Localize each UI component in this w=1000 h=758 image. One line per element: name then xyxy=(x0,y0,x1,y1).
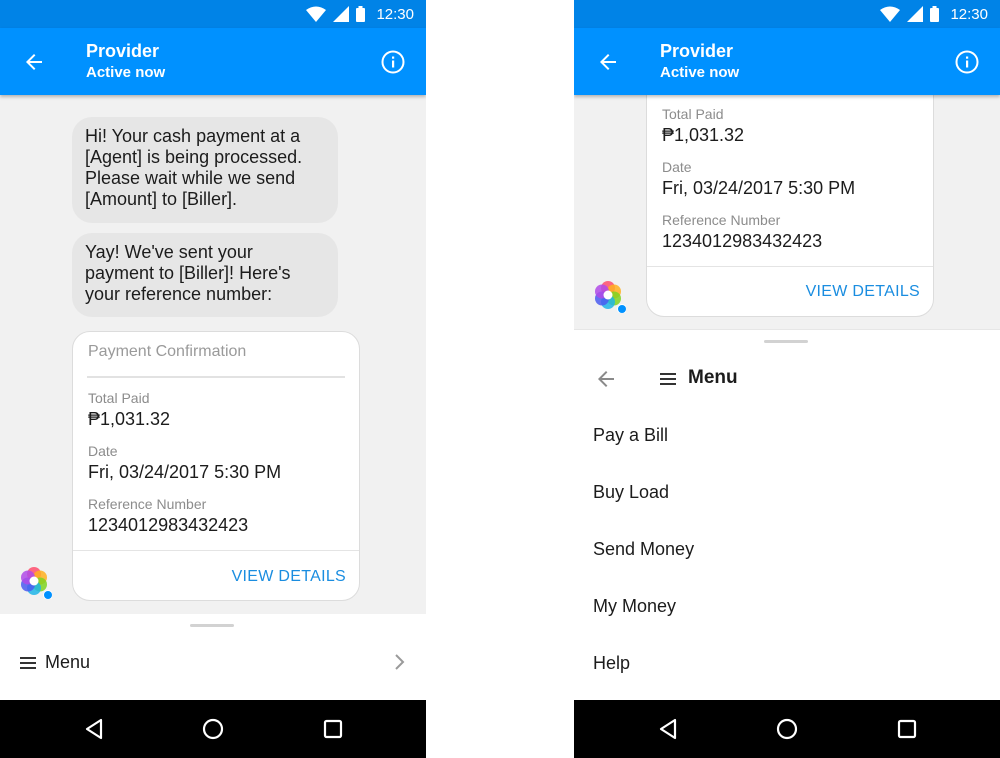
hamburger-icon xyxy=(660,373,676,385)
menu-label: Menu xyxy=(45,652,91,672)
view-details-button[interactable]: VIEW DETAILS xyxy=(806,283,920,301)
menu-item-pay-a-bill[interactable]: Pay a Bill xyxy=(593,425,668,446)
menu-item-buy-load[interactable]: Buy Load xyxy=(593,482,669,503)
system-nav-bar xyxy=(0,700,426,758)
menu-sheet-expanded: Menu Pay a Bill Buy Load Send Money My M… xyxy=(574,330,1000,700)
conversation-title: Provider xyxy=(86,41,160,61)
card-header: Payment Confirmation xyxy=(88,343,247,360)
menu-item-help[interactable]: Help xyxy=(593,653,630,674)
bot-avatar-icon[interactable] xyxy=(590,277,626,313)
reference-number-label: Reference Number xyxy=(662,212,781,228)
info-icon[interactable] xyxy=(380,49,406,75)
status-time: 12:30 xyxy=(376,5,414,23)
wifi-icon xyxy=(306,6,327,22)
nav-back-icon[interactable] xyxy=(656,716,682,742)
menu-title: Menu xyxy=(688,367,738,388)
reference-number-value: 1234012983432423 xyxy=(662,231,823,251)
nav-home-icon[interactable] xyxy=(200,716,226,742)
sheet-drag-handle[interactable] xyxy=(190,624,234,627)
payment-confirmation-card: Payment Confirmation Total Paid ₱1,031.3… xyxy=(72,331,360,601)
date-label: Date xyxy=(662,159,692,175)
battery-icon xyxy=(930,6,940,22)
total-paid-label: Total Paid xyxy=(88,390,150,406)
hamburger-icon xyxy=(20,657,36,669)
nav-recents-icon[interactable] xyxy=(320,716,346,742)
menu-item-send-money[interactable]: Send Money xyxy=(593,539,694,560)
signal-icon xyxy=(907,6,924,22)
card-divider xyxy=(647,266,933,267)
status-time: 12:30 xyxy=(950,5,988,23)
date-value: Fri, 03/24/2017 5:30 PM xyxy=(662,178,856,198)
date-value: Fri, 03/24/2017 5:30 PM xyxy=(88,462,282,482)
arrow-left-icon[interactable] xyxy=(22,50,46,74)
arrow-left-icon[interactable] xyxy=(594,367,618,391)
card-divider xyxy=(73,550,359,551)
wifi-icon xyxy=(880,6,901,22)
chevron-right-icon xyxy=(395,654,405,670)
message-bubble: Hi! Your cash payment at a [Agent] is be… xyxy=(72,117,338,223)
menu-toggle[interactable]: Menu xyxy=(0,634,426,690)
presence-status: Active now xyxy=(86,64,166,81)
view-details-button[interactable]: VIEW DETAILS xyxy=(232,568,346,586)
bot-avatar-icon[interactable] xyxy=(16,563,52,599)
date-label: Date xyxy=(88,443,118,459)
phone-screen-chat: 12:30 Provider Active now Hi! Your cash … xyxy=(0,0,426,758)
presence-status: Active now xyxy=(660,64,740,81)
nav-back-icon[interactable] xyxy=(82,716,108,742)
sheet-drag-handle[interactable] xyxy=(764,340,808,343)
nav-recents-icon[interactable] xyxy=(894,716,920,742)
menu-sheet-collapsed: Menu xyxy=(0,614,426,700)
menu-item-my-money[interactable]: My Money xyxy=(593,596,676,617)
card-header-separator xyxy=(87,376,345,378)
battery-icon xyxy=(356,6,366,22)
message-bubble: Yay! We've sent your payment to [Biller]… xyxy=(72,233,338,317)
conversation-title: Provider xyxy=(660,41,734,61)
phone-screen-menu: 12:30 Provider Active now Total Paid ₱1,… xyxy=(574,0,1000,758)
system-nav-bar xyxy=(574,700,1000,758)
reference-number-value: 1234012983432423 xyxy=(88,515,249,535)
status-bar: 12:30 xyxy=(574,0,1000,28)
status-bar: 12:30 xyxy=(0,0,426,28)
arrow-left-icon[interactable] xyxy=(596,50,620,74)
reference-number-label: Reference Number xyxy=(88,496,207,512)
nav-home-icon[interactable] xyxy=(774,716,800,742)
total-paid-label: Total Paid xyxy=(662,106,724,122)
info-icon[interactable] xyxy=(954,49,980,75)
app-bar: Provider Active now xyxy=(0,28,426,95)
total-paid-value: ₱1,031.32 xyxy=(662,125,745,145)
app-bar: Provider Active now xyxy=(574,28,1000,95)
signal-icon xyxy=(333,6,350,22)
total-paid-value: ₱1,031.32 xyxy=(88,409,171,429)
